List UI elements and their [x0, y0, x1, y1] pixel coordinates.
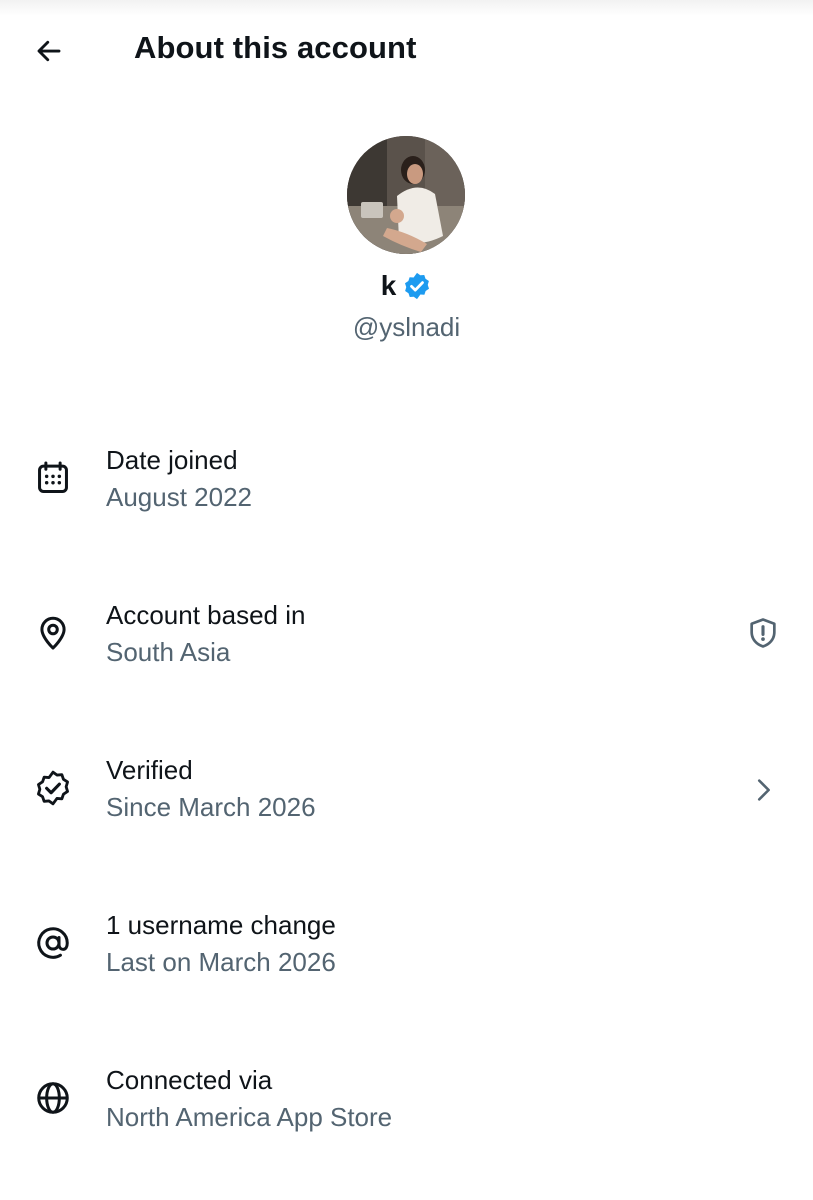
calendar-icon: [32, 457, 74, 499]
row-title: Verified: [106, 755, 193, 785]
row-verified[interactable]: Verified Since March 2026: [0, 750, 813, 840]
row-date-joined: Date joined August 2022: [0, 440, 813, 530]
row-subtitle: North America App Store: [106, 1102, 393, 1132]
row-connected-via: Connected via North America App Store: [0, 1060, 813, 1150]
name-row: k: [0, 270, 813, 302]
header-bar: About this account: [0, 0, 813, 100]
row-title: Date joined: [106, 445, 238, 475]
back-button[interactable]: [28, 30, 70, 72]
chevron-right-icon: [743, 770, 783, 810]
row-username-change: 1 username change Last on March 2026: [0, 905, 813, 995]
row-title: 1 username change: [106, 910, 336, 940]
verified-outline-icon: [32, 767, 74, 809]
row-subtitle: Since March 2026: [106, 792, 316, 822]
shield-alert-icon[interactable]: [743, 613, 783, 653]
avatar: [347, 136, 465, 254]
globe-icon: [32, 1077, 74, 1119]
row-subtitle: South Asia: [106, 637, 231, 667]
at-sign-icon: [32, 922, 74, 964]
verified-badge-icon: [405, 272, 430, 300]
page-title: About this account: [134, 30, 417, 65]
row-subtitle: August 2022: [106, 482, 253, 512]
row-subtitle: Last on March 2026: [106, 947, 336, 977]
row-title: Connected via: [106, 1065, 273, 1095]
display-name: k: [380, 270, 397, 301]
arrow-left-icon: [37, 40, 61, 62]
location-pin-icon: [32, 612, 74, 654]
row-title: Account based in: [106, 600, 306, 630]
profile-handle: @yslnadi: [352, 312, 461, 342]
row-account-based-in: Account based in South Asia: [0, 595, 813, 685]
